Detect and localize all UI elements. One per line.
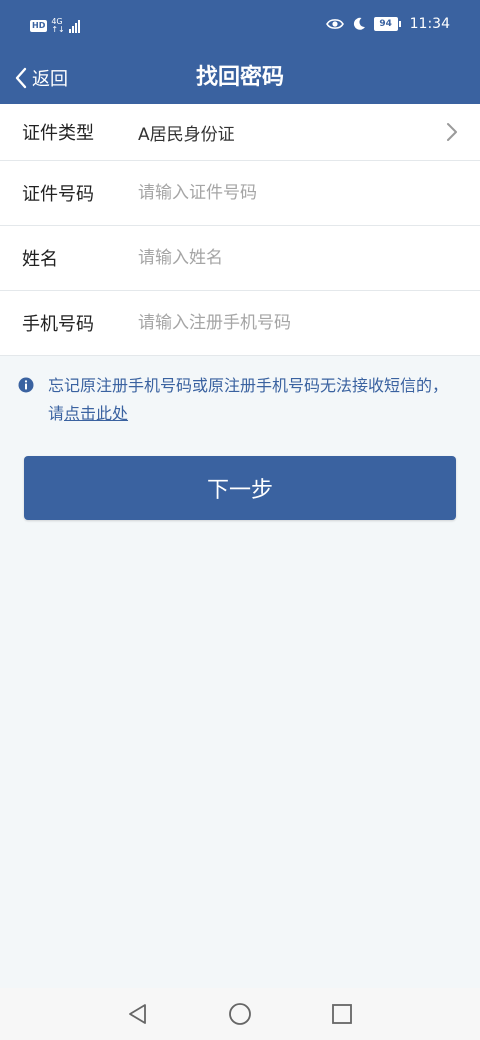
- phone-row: 手机号码: [0, 291, 480, 356]
- square-recent-icon[interactable]: [330, 1002, 354, 1026]
- page-title: 找回密码: [195, 65, 284, 90]
- notice-text: 忘记原注册手机号码或原注册手机号码无法接收短信的， 请点击此处: [18, 372, 458, 428]
- triangle-back-icon[interactable]: [126, 1002, 150, 1026]
- status-right: 94 11:34: [325, 16, 450, 32]
- phone-input[interactable]: [138, 291, 458, 355]
- name-row: 姓名: [0, 226, 480, 291]
- signal-icon: [68, 19, 80, 33]
- recovery-notice: 忘记原注册手机号码或原注册手机号码无法接收短信的， 请点击此处: [18, 372, 458, 428]
- next-step-button[interactable]: 下一步: [24, 456, 456, 520]
- id-number-input[interactable]: [138, 161, 458, 225]
- eye-icon: [325, 19, 344, 29]
- click-here-link[interactable]: 点击此处: [64, 404, 128, 423]
- back-button[interactable]: 返回: [14, 64, 68, 92]
- circle-home-icon[interactable]: [228, 1002, 252, 1026]
- name-label: 姓名: [22, 249, 58, 270]
- back-label: 返回: [32, 69, 68, 90]
- network-activity-label: ↑↓: [51, 25, 65, 34]
- network-type: 4G ↑↓: [51, 18, 64, 34]
- info-icon: [18, 377, 34, 393]
- battery-icon: 94: [373, 17, 401, 31]
- phone-label: 手机号码: [22, 314, 94, 335]
- id-number-row: 证件号码: [0, 161, 480, 226]
- notice-message: 忘记原注册手机号码或原注册手机号码无法接收短信的，: [48, 376, 449, 395]
- moon-icon: [353, 17, 365, 30]
- recovery-form: 证件类型 A居民身份证 证件号码 姓名 手机号码: [0, 104, 480, 356]
- status-bar: HD 4G ↑↓ 94 11:34: [0, 0, 480, 52]
- id-number-label: 证件号码: [22, 184, 94, 205]
- notice-link-prefix: 请: [48, 404, 65, 423]
- chevron-left-icon: [15, 67, 27, 89]
- id-type-label: 证件类型: [22, 123, 94, 144]
- id-type-select[interactable]: A居民身份证: [138, 104, 235, 160]
- chevron-right-icon: [447, 123, 457, 141]
- clock: 11:34: [409, 16, 450, 32]
- title-bar: 返回 找回密码: [0, 52, 480, 104]
- id-type-row[interactable]: 证件类型 A居民身份证: [0, 104, 480, 161]
- status-left: HD 4G ↑↓: [30, 18, 80, 34]
- name-input[interactable]: [138, 226, 458, 290]
- app-header: HD 4G ↑↓ 94 11:34 返回 找回密码: [0, 0, 480, 104]
- hd-badge: HD: [30, 20, 48, 32]
- system-nav-bar: [0, 988, 480, 1040]
